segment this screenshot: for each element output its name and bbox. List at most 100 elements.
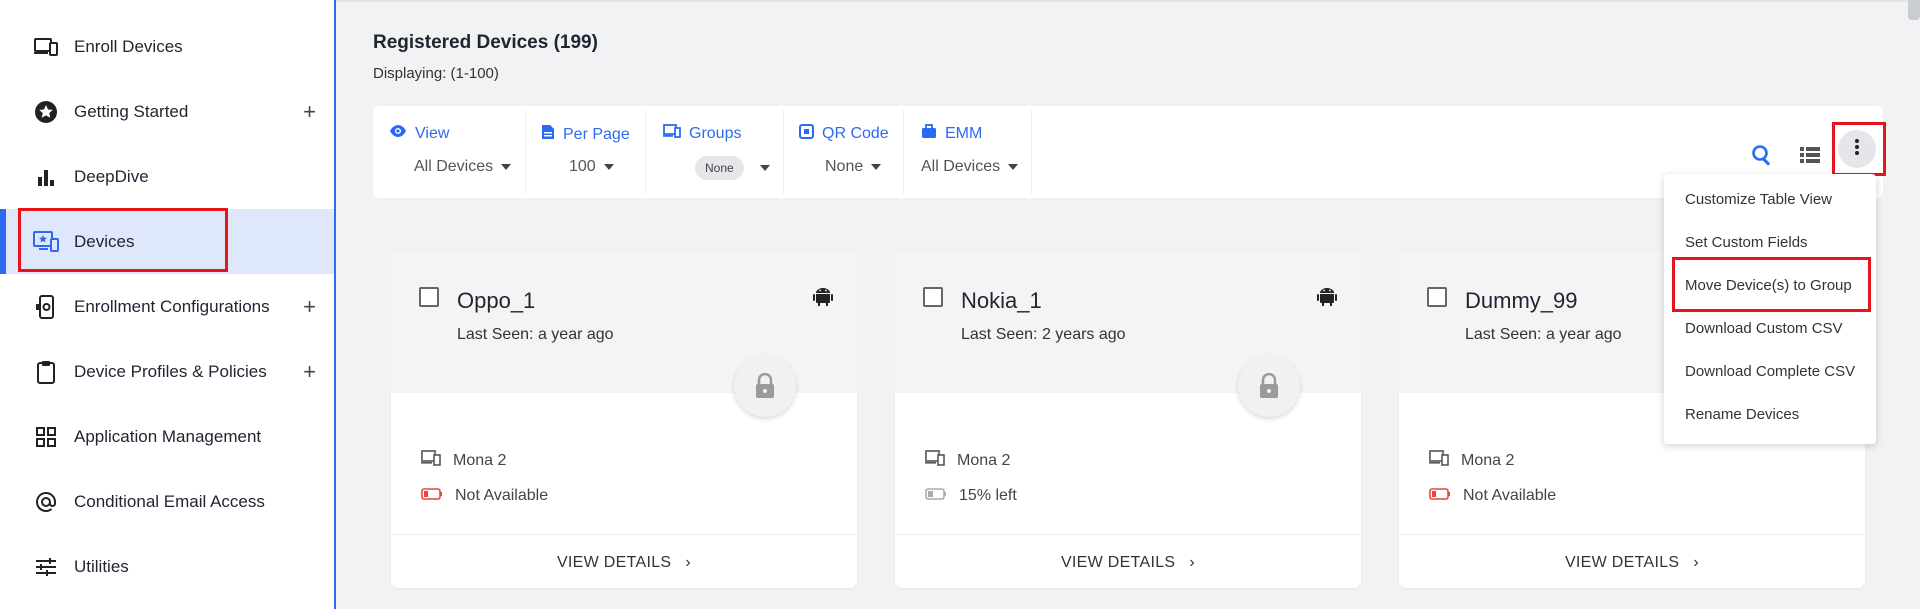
divider <box>391 534 857 535</box>
android-icon <box>1315 284 1339 308</box>
device-card[interactable]: Oppo_1 Last Seen: a year ago Mona 2 Not … <box>391 250 857 588</box>
device-group: Mona 2 <box>1461 451 1515 469</box>
filter-emm-select[interactable]: All Devices <box>921 158 1019 176</box>
device-name: Nokia_1 <box>961 288 1042 313</box>
sidebar-item-utilities[interactable]: Utilities <box>0 534 334 599</box>
sidebar-item-deepdive[interactable]: DeepDive <box>0 144 334 209</box>
sidebar-item-label: Devices <box>74 231 135 251</box>
display-range: Displaying: (1-100) <box>373 65 499 82</box>
devices-icon <box>663 124 681 143</box>
filter-per-page[interactable]: Per Page 100 <box>541 106 651 198</box>
last-seen: Last Seen: a year ago <box>457 326 614 343</box>
device-name: Dummy_99 <box>1465 288 1578 313</box>
select-checkbox[interactable] <box>1427 287 1447 307</box>
filter-emm[interactable]: EMM All Devices <box>921 106 1031 198</box>
search-icon[interactable] <box>1747 140 1777 170</box>
eye-icon <box>389 124 407 143</box>
divider <box>903 110 904 194</box>
devices-icon <box>925 450 945 471</box>
filter-groups[interactable]: Groups None <box>663 106 783 198</box>
view-details-label: VIEW DETAILS <box>1564 554 1680 571</box>
menu-item-customize-table-view[interactable]: Customize Table View <box>1685 191 1832 208</box>
divider <box>895 534 1361 535</box>
devices-icon <box>33 34 59 60</box>
caret-down-icon <box>759 165 770 171</box>
sidebar-item-conditional-email-access[interactable]: Conditional Email Access <box>0 469 334 534</box>
filter-qr-code-select[interactable]: None <box>825 158 882 176</box>
list-view-icon[interactable] <box>1795 140 1825 170</box>
filter-bar: View All Devices Per Page 100 Groups Non… <box>373 106 1883 198</box>
briefcase-icon <box>921 124 937 144</box>
battery-row: Not Available <box>1429 487 1556 505</box>
filter-qr-code[interactable]: QR Code None <box>799 106 909 198</box>
last-seen: Last Seen: 2 years ago <box>961 326 1126 343</box>
sidebar-item-enroll-devices[interactable]: Enroll Devices <box>0 14 334 79</box>
clipboard-icon <box>33 359 59 385</box>
filter-view-select[interactable]: All Devices <box>414 158 512 176</box>
sidebar-item-device-profiles-policies[interactable]: Device Profiles & Policies + <box>0 339 334 404</box>
device-group: Mona 2 <box>957 451 1011 469</box>
page-scrollbar[interactable] <box>1908 0 1920 20</box>
sidebar-item-label: Enrollment Configurations <box>74 296 270 316</box>
menu-item-rename-devices[interactable]: Rename Devices <box>1685 406 1799 423</box>
devices-icon <box>421 450 441 471</box>
sidebar-item-enrollment-configurations[interactable]: Enrollment Configurations + <box>0 274 334 339</box>
sidebar-item-label: Application Management <box>74 426 262 446</box>
filter-qr-code-label: QR Code <box>822 125 889 142</box>
sidebar-item-application-management[interactable]: Application Management <box>0 404 334 469</box>
filter-per-page-select[interactable]: 100 <box>569 158 614 176</box>
sidebar-item-label: Device Profiles & Policies <box>74 361 267 381</box>
battery-status: Not Available <box>455 487 549 504</box>
filter-view[interactable]: View All Devices <box>389 106 529 198</box>
device-card[interactable]: Nokia_1 Last Seen: 2 years ago Mona 2 15… <box>895 250 1361 588</box>
expand-plus-icon[interactable]: + <box>303 99 316 125</box>
filter-emm-value: All Devices <box>921 158 1001 175</box>
caret-down-icon <box>603 164 614 170</box>
caret-down-icon <box>1008 164 1019 170</box>
sidebar-item-devices[interactable]: Devices <box>0 209 334 274</box>
battery-alert-icon <box>1429 487 1451 505</box>
star-badge-icon <box>33 99 59 125</box>
devices-icon <box>1429 450 1449 471</box>
view-details-label: VIEW DETAILS <box>556 554 672 571</box>
select-checkbox[interactable] <box>923 287 943 307</box>
view-details-button[interactable]: VIEW DETAILS › <box>895 554 1361 572</box>
lock-icon[interactable] <box>734 355 796 417</box>
expand-plus-icon[interactable]: + <box>303 294 316 320</box>
sidebar-item-label: Enroll Devices <box>74 36 183 56</box>
battery-row: Not Available <box>421 487 548 505</box>
more-vert-icon <box>1854 138 1860 161</box>
filter-groups-label: Groups <box>689 124 742 142</box>
more-options-button[interactable] <box>1838 130 1876 168</box>
filter-emm-label: EMM <box>945 125 983 142</box>
view-details-label: VIEW DETAILS <box>1060 554 1176 571</box>
view-details-button[interactable]: VIEW DETAILS › <box>1399 554 1865 572</box>
apps-grid-icon <box>33 424 59 450</box>
expand-plus-icon[interactable]: + <box>303 359 316 385</box>
groups-none-chip: None <box>695 156 744 180</box>
lock-icon[interactable] <box>1238 355 1300 417</box>
filter-groups-select[interactable]: None <box>695 156 770 180</box>
sidebar: Enroll Devices Getting Started + DeepDiv… <box>0 0 336 609</box>
qr-code-icon <box>799 124 814 144</box>
at-sign-icon <box>33 489 59 515</box>
menu-item-download-complete-csv[interactable]: Download Complete CSV <box>1685 363 1855 380</box>
last-seen: Last Seen: a year ago <box>1465 326 1622 343</box>
more-options-menu: Customize Table View Set Custom Fields M… <box>1664 174 1876 444</box>
divider <box>1031 110 1032 194</box>
menu-item-download-custom-csv[interactable]: Download Custom CSV <box>1685 320 1843 337</box>
caret-down-icon <box>501 164 512 170</box>
sidebar-item-getting-started[interactable]: Getting Started + <box>0 79 334 144</box>
menu-item-set-custom-fields[interactable]: Set Custom Fields <box>1685 234 1808 251</box>
view-details-button[interactable]: VIEW DETAILS › <box>391 554 857 572</box>
menu-item-move-devices-to-group[interactable]: Move Device(s) to Group <box>1685 277 1852 294</box>
document-icon <box>541 124 555 145</box>
battery-status: Not Available <box>1463 487 1557 504</box>
device-group-row: Mona 2 <box>1429 450 1514 471</box>
filter-per-page-label: Per Page <box>563 125 630 143</box>
select-checkbox[interactable] <box>419 287 439 307</box>
divider <box>525 110 526 194</box>
chevron-right-icon: › <box>685 554 692 571</box>
divider <box>783 110 784 194</box>
battery-alert-icon <box>421 487 443 505</box>
